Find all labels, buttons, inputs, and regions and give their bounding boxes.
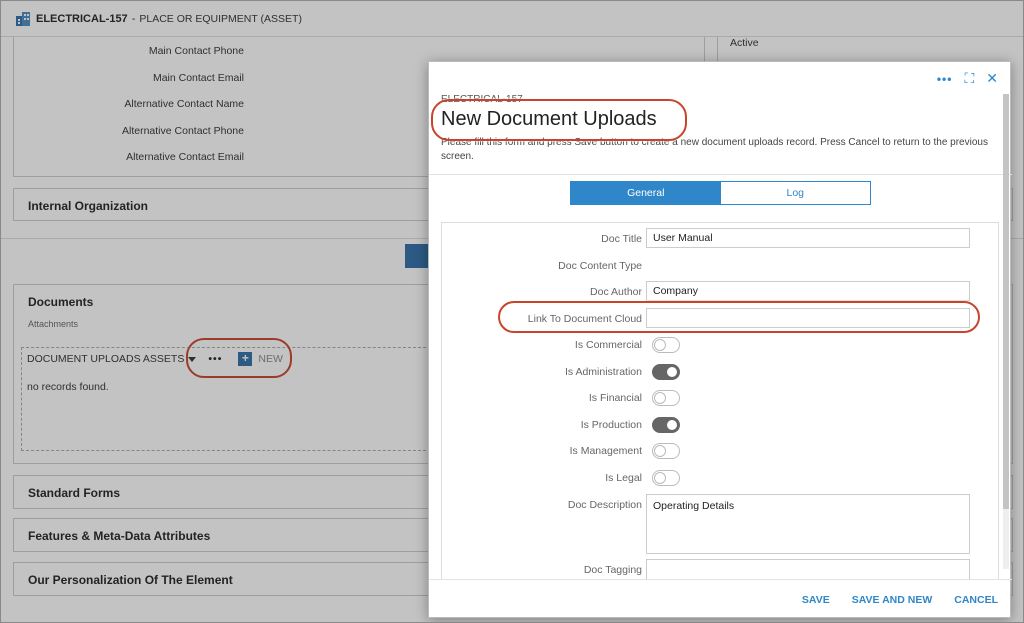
doc-description-textarea[interactable]: Operating Details	[646, 494, 970, 554]
toggle-knob	[666, 419, 678, 431]
is-production-label: Is Production	[580, 419, 642, 431]
tab-general[interactable]: General	[571, 182, 721, 204]
is-production-toggle[interactable]	[652, 417, 680, 433]
is-commercial-toggle[interactable]	[652, 337, 680, 353]
is-management-label: Is Management	[569, 445, 642, 457]
modal-footer: SAVE SAVE AND NEW CANCEL	[429, 579, 1012, 619]
save-and-new-button[interactable]: SAVE AND NEW	[852, 594, 933, 606]
doc-content-type-label: Doc Content Type	[558, 260, 642, 272]
is-legal-label: Is Legal	[605, 472, 642, 484]
doc-title-input[interactable]: User Manual	[646, 228, 970, 248]
modal-divider	[429, 174, 1012, 175]
doc-title-label: Doc Title	[601, 233, 642, 245]
app-window: ELECTRICAL-157 - PLACE OR EQUIPMENT (ASS…	[0, 0, 1024, 623]
toggle-knob	[654, 339, 666, 351]
is-financial-toggle[interactable]	[652, 390, 680, 406]
link-cloud-highlight	[498, 301, 980, 333]
toggle-knob	[654, 392, 666, 404]
is-administration-toggle[interactable]	[652, 364, 680, 380]
more-icon[interactable]: •••	[937, 72, 953, 86]
doc-tagging-input[interactable]	[646, 559, 970, 579]
new-document-modal: ••• ⛶ ✕ ELECTRICAL-157 New Document Uplo…	[428, 61, 1012, 619]
toggle-knob	[654, 472, 666, 484]
doc-author-input[interactable]: Company	[646, 281, 970, 301]
title-highlight	[431, 99, 687, 141]
form-area: Doc Title User Manual Doc Content Type D…	[441, 222, 999, 579]
is-commercial-label: Is Commercial	[574, 339, 642, 351]
modal-scrollbar[interactable]	[1003, 94, 1009, 569]
is-financial-label: Is Financial	[588, 392, 642, 404]
doc-author-label: Doc Author	[590, 286, 642, 298]
modal-window-controls: ••• ⛶ ✕	[937, 70, 998, 87]
scrollbar-thumb[interactable]	[1003, 94, 1009, 509]
close-icon[interactable]: ✕	[986, 70, 998, 87]
is-legal-toggle[interactable]	[652, 470, 680, 486]
expand-icon[interactable]: ⛶	[964, 70, 974, 87]
toggle-knob	[666, 366, 678, 378]
toggle-knob	[654, 445, 666, 457]
save-button[interactable]: SAVE	[802, 594, 830, 606]
is-administration-label: Is Administration	[564, 366, 642, 378]
tab-log[interactable]: Log	[720, 182, 870, 204]
doc-tagging-label: Doc Tagging	[583, 564, 642, 576]
cancel-button[interactable]: CANCEL	[954, 594, 998, 606]
modal-tabs: General Log	[570, 181, 871, 205]
is-management-toggle[interactable]	[652, 443, 680, 459]
doc-description-label: Doc Description	[567, 499, 642, 511]
